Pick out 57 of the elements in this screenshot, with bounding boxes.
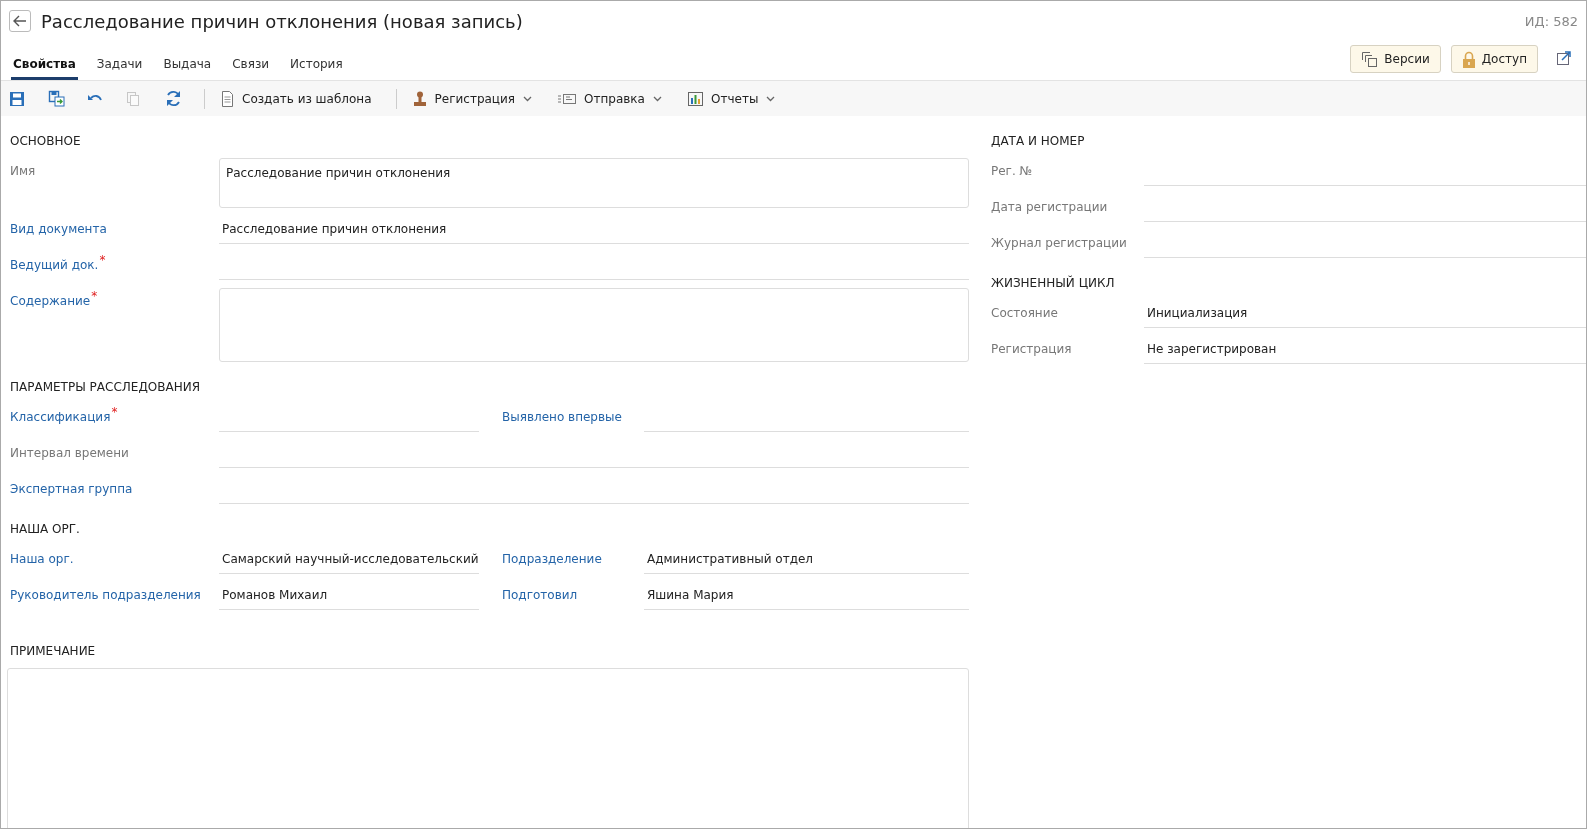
required-mark: *: [91, 289, 98, 303]
envelope-icon: [558, 92, 577, 105]
window-title: Расследование причин отклонения (новая запись): [41, 10, 523, 32]
input-field[interactable]: Не зарегистрирован: [1144, 336, 1586, 364]
field-label[interactable]: Руководитель подразделения: [10, 588, 201, 602]
field-label: Регистрация: [991, 342, 1072, 356]
toolbar-button[interactable]: Регистрация: [410, 86, 539, 111]
record-id: ИД: 582: [1524, 13, 1578, 29]
versions-icon: [1361, 50, 1379, 68]
lock-icon: [1461, 50, 1476, 68]
section-heading: НАША ОРГ.: [10, 522, 81, 536]
header-button[interactable]: Версии: [1350, 45, 1441, 73]
input-field[interactable]: Самарский научный-исследовательский: [219, 546, 479, 574]
input-field[interactable]: Инициализация: [1144, 300, 1586, 328]
popout-icon[interactable]: [1556, 50, 1572, 66]
field-label[interactable]: Подготовил: [502, 588, 578, 602]
tab[interactable]: Задачи: [94, 57, 145, 80]
field-label[interactable]: Наша орг.: [10, 552, 74, 566]
tab[interactable]: Выдача: [161, 57, 214, 80]
chart-icon: [688, 91, 703, 106]
toolbar-button[interactable]: Создать из шаблона: [219, 86, 378, 111]
field-label: Дата регистрации: [991, 200, 1108, 214]
back-button[interactable]: [9, 10, 31, 32]
text-area[interactable]: [7, 668, 969, 828]
section-heading: ОСНОВНОЕ: [10, 134, 82, 148]
section-heading: ДАТА И НОМЕР: [991, 134, 1086, 148]
input-field[interactable]: Яшина Мария: [644, 582, 969, 610]
caret-icon: [653, 95, 662, 102]
section-heading: ЖИЗНЕННЫЙ ЦИКЛ: [991, 276, 1116, 290]
field-label[interactable]: Вид документа: [10, 222, 107, 236]
text-area[interactable]: Расследование причин отклонения: [219, 158, 969, 208]
stamp-icon: [412, 90, 427, 107]
tab[interactable]: История: [288, 57, 345, 80]
input-field[interactable]: Расследование причин отклонения: [219, 216, 969, 244]
field-label: Рег. №: [991, 164, 1033, 178]
field-label: Состояние: [991, 306, 1058, 320]
required-mark: *: [99, 253, 106, 267]
field-label: Имя: [10, 164, 36, 178]
caret-icon: [766, 95, 776, 102]
input-field[interactable]: Административный отдел: [644, 546, 969, 574]
arrow-icon: [13, 15, 27, 27]
field-label[interactable]: Выявлено впервые: [502, 410, 622, 424]
header-button[interactable]: Доступ: [1450, 45, 1538, 73]
input-field[interactable]: Романов Михаил: [219, 582, 479, 610]
text-area[interactable]: [219, 288, 969, 362]
tab[interactable]: Связи: [230, 57, 272, 80]
section-heading: ПАРАМЕТРЫ РАССЛЕДОВАНИЯ: [10, 380, 201, 394]
toolbar-button[interactable]: Отчеты: [686, 86, 782, 111]
required-mark: *: [111, 405, 118, 419]
section-heading: ПРИМЕЧАНИЕ: [10, 644, 97, 658]
document-icon: [221, 90, 234, 107]
field-label: Интервал времени: [10, 446, 129, 460]
toolbar-button[interactable]: Отправка: [556, 86, 668, 111]
caret-icon: [523, 95, 533, 102]
field-label[interactable]: Подразделение: [502, 552, 602, 566]
field-label: Журнал регистрации: [991, 236, 1127, 250]
field-label[interactable]: Экспертная группа: [10, 482, 133, 496]
